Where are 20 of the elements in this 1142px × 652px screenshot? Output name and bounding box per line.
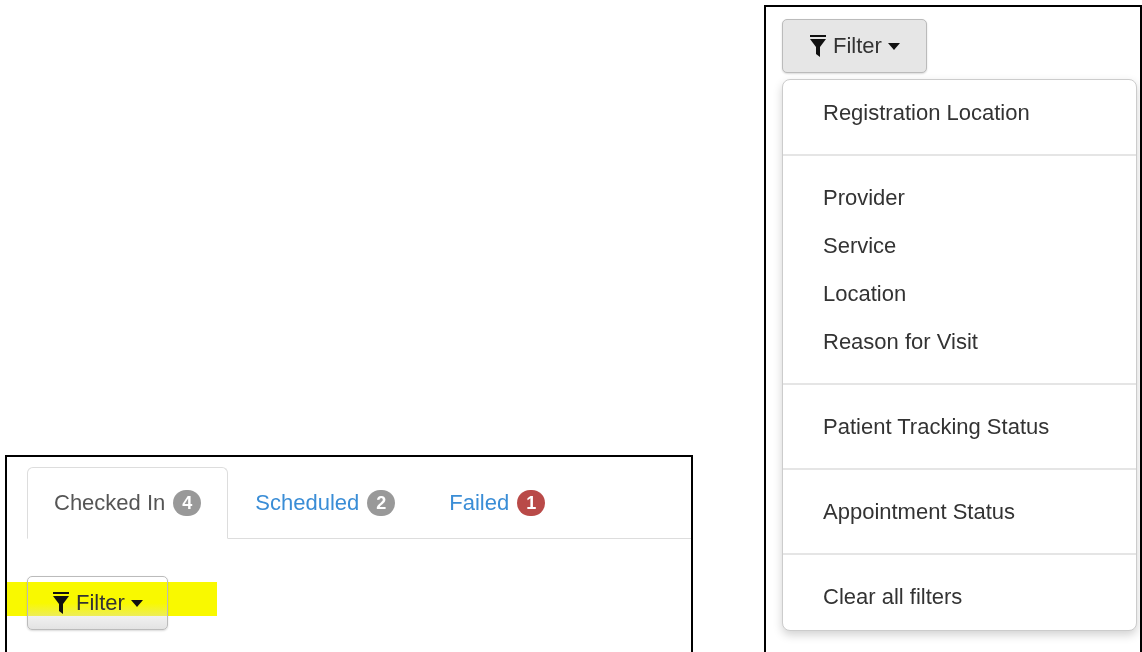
menu-item[interactable]: Registration Location <box>783 89 1136 137</box>
tab[interactable]: Failed 1 <box>422 467 573 539</box>
filter-button[interactable]: Filter <box>782 19 927 73</box>
filter-button[interactable]: Filter <box>27 576 168 630</box>
filter-icon <box>809 35 827 57</box>
tab[interactable]: Scheduled 2 <box>228 467 423 539</box>
caret-icon <box>887 42 900 50</box>
menu-item[interactable]: Patient Tracking Status <box>783 403 1136 451</box>
count-badge: 2 <box>367 490 396 516</box>
count-badge: 1 <box>517 490 546 516</box>
tab[interactable]: Checked In 4 <box>27 467 229 539</box>
filter-icon <box>52 592 70 614</box>
count-badge: 4 <box>173 490 202 516</box>
menu-item[interactable]: Reason for Visit <box>783 318 1136 366</box>
menu-item[interactable]: Clear all filters <box>783 573 1136 621</box>
menu-item[interactable]: Provider <box>783 174 1136 222</box>
menu-item[interactable]: Appointment Status <box>783 488 1136 536</box>
menu-item[interactable]: Service <box>783 222 1136 270</box>
caret-icon <box>130 599 143 607</box>
menu-item[interactable]: Location <box>783 270 1136 318</box>
